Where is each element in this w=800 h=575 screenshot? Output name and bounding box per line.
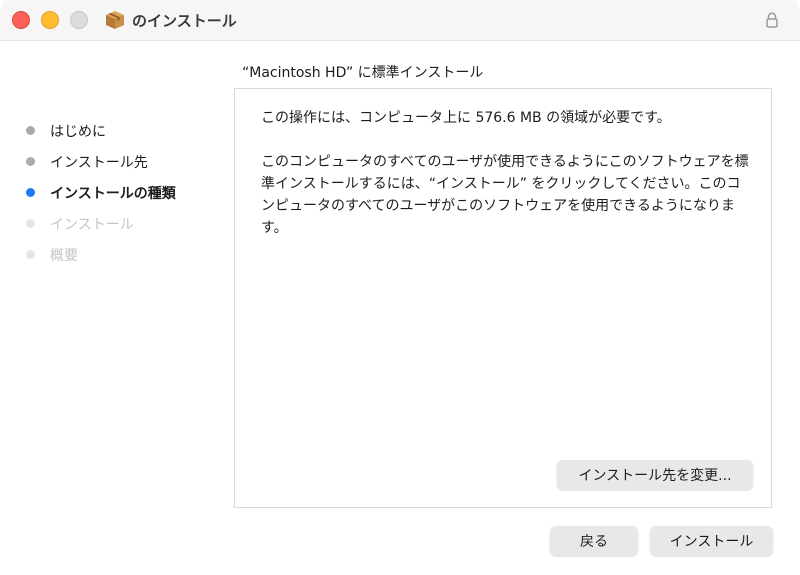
step-label: インストールの種類 [50, 185, 176, 202]
steps-sidebar: はじめに インストール先 インストールの種類 インストール 概要 [25, 115, 176, 270]
space-required-text: この操作には、コンピュータ上に 576.6 MB の領域が必要です。 [261, 110, 671, 126]
step-destination: インストール先 [25, 146, 176, 177]
step-installation: インストール [25, 208, 176, 239]
installer-window: のインストール “Macintosh HD” に標準インストール はじめに イン… [0, 0, 800, 575]
install-button[interactable]: インストール [650, 526, 773, 556]
header-text: “Macintosh HD” に標準インストール [242, 65, 484, 81]
lock-icon[interactable] [765, 12, 779, 28]
install-description: この操作には、コンピュータ上に 576.6 MB の領域が必要です。 このコンピ… [261, 107, 753, 261]
step-status-dot [26, 188, 35, 197]
step-summary: 概要 [25, 239, 176, 270]
back-button[interactable]: 戻る [550, 526, 638, 556]
title-bar[interactable]: のインストール [0, 0, 800, 41]
step-status-dot [26, 126, 35, 135]
step-status-dot [26, 219, 35, 228]
zoom-window-button[interactable] [70, 11, 88, 29]
step-label: インストール先 [50, 154, 148, 171]
standard-install-text: このコンピュータのすべてのユーザが使用できるようにこのソフトウェアを標準インスト… [261, 154, 749, 236]
content-panel: この操作には、コンピュータ上に 576.6 MB の領域が必要です。 このコンピ… [234, 88, 772, 508]
close-window-button[interactable] [12, 11, 30, 29]
step-status-dot [26, 250, 35, 259]
step-installation-type: インストールの種類 [25, 177, 176, 208]
step-introduction: はじめに [25, 115, 176, 146]
step-label: インストール [50, 216, 134, 233]
step-status-dot [26, 157, 35, 166]
package-icon [106, 11, 124, 29]
minimize-window-button[interactable] [41, 11, 59, 29]
change-install-location-button[interactable]: インストール先を変更... [557, 460, 753, 490]
step-label: 概要 [50, 247, 78, 264]
window-title: のインストール [132, 12, 237, 30]
step-label: はじめに [50, 123, 106, 140]
